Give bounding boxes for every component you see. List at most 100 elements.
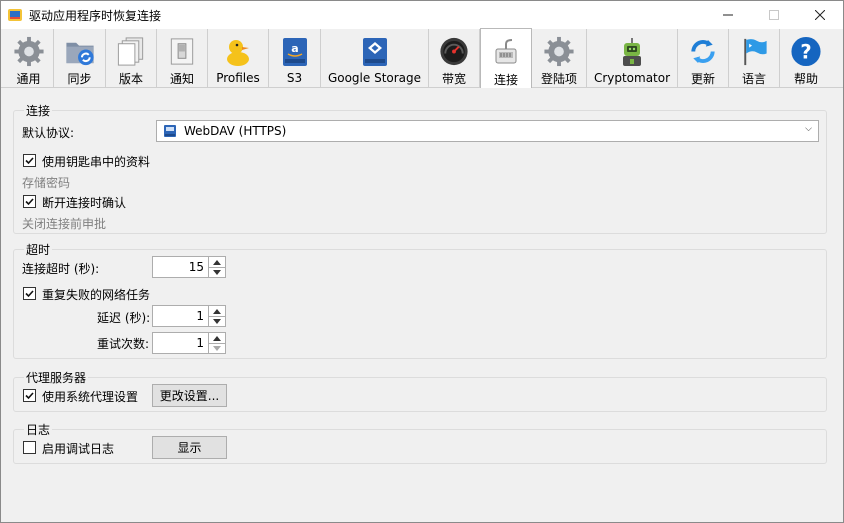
tab-label: S3: [286, 71, 303, 85]
tab-label: 通知: [169, 72, 194, 86]
profiles-duck-icon: [227, 40, 249, 66]
tab-bandwidth[interactable]: 带宽: [429, 29, 480, 87]
tab-profiles[interactable]: Profiles: [208, 29, 269, 87]
tab-connection[interactable]: 连接: [480, 28, 532, 88]
connection-timeout-input[interactable]: 15: [152, 256, 209, 278]
tab-sync[interactable]: 同步: [54, 29, 106, 87]
stepper-down-button[interactable]: [209, 316, 225, 326]
checkmark-icon: [25, 198, 34, 206]
update-arrows-icon: [691, 39, 715, 64]
tab-label: Profiles: [216, 71, 260, 85]
arrow-down-icon: [213, 318, 221, 324]
app-icon: [8, 9, 22, 21]
preferences-window: 驱动应用程序时恢复连接 通用 同步 版本 通知 Profiles a S3 Go…: [0, 0, 844, 523]
tab-label: 语言: [741, 72, 766, 86]
tab-login-items[interactable]: 登陆项: [532, 29, 587, 87]
use-keychain-checkbox[interactable]: [23, 154, 36, 167]
google-storage-icon: [362, 38, 387, 66]
default-protocol-value: WebDAV (HTTPS): [184, 124, 287, 138]
tab-label: Google Storage: [327, 71, 422, 85]
arrow-up-icon: [213, 259, 221, 265]
stepper-arrows: [209, 256, 226, 278]
connection-section-title: 连接: [24, 102, 53, 119]
retries-input[interactable]: 1: [152, 332, 209, 354]
tab-label: 版本: [118, 72, 143, 86]
tab-label: 同步: [67, 72, 92, 86]
enable-debug-log-checkbox[interactable]: [23, 441, 36, 454]
show-log-button[interactable]: 显示: [152, 436, 227, 459]
log-group: [13, 429, 827, 464]
tab-label: 通用: [16, 72, 41, 86]
maximize-icon: [769, 10, 779, 20]
tab-s3[interactable]: a S3: [269, 29, 321, 87]
default-protocol-select[interactable]: WebDAV (HTTPS) ⌵: [156, 120, 819, 142]
window-title: 驱动应用程序时恢复连接: [29, 9, 162, 23]
minimize-icon: [723, 14, 733, 16]
tab-label: 更新: [690, 72, 715, 86]
store-password-hint: 存储密码: [22, 176, 71, 190]
sync-folder-icon: [65, 42, 94, 66]
tab-cryptomator[interactable]: Cryptomator: [587, 29, 678, 87]
tab-label: 连接: [493, 73, 518, 87]
versions-icon: [117, 37, 144, 66]
retry-failed-checkbox[interactable]: [23, 287, 36, 300]
change-proxy-settings-button[interactable]: 更改设置...: [152, 384, 227, 407]
delay-stepper[interactable]: 1: [152, 305, 227, 327]
close-button[interactable]: [797, 1, 843, 29]
connection-plug-icon: [495, 39, 517, 64]
confirm-disconnect-label: 断开连接时确认: [42, 196, 127, 210]
connection-settings-panel: 连接 默认协议: WebDAV (HTTPS) ⌵ 使用钥匙串中的资料 存储密码…: [5, 89, 839, 519]
use-system-proxy-label: 使用系统代理设置: [42, 390, 139, 404]
delay-input[interactable]: 1: [152, 305, 209, 327]
tab-update[interactable]: 更新: [678, 29, 729, 87]
title-bar: 驱动应用程序时恢复连接: [1, 1, 843, 29]
stepper-down-button[interactable]: [209, 343, 225, 353]
tab-versions[interactable]: 版本: [106, 29, 157, 87]
close-icon: [815, 10, 825, 20]
retries-stepper[interactable]: 1: [152, 332, 227, 354]
checkmark-icon: [25, 392, 34, 400]
preferences-toolbar: 通用 同步 版本 通知 Profiles a S3 Google Storage…: [1, 28, 843, 88]
delay-label: 延迟 (秒):: [97, 311, 151, 325]
gear-icon: [13, 36, 44, 67]
tab-help[interactable]: ? 帮助: [780, 29, 832, 87]
minimize-button[interactable]: [705, 1, 751, 29]
help-icon: ?: [791, 36, 821, 67]
confirm-disconnect-checkbox[interactable]: [23, 195, 36, 208]
svg-text:a: a: [291, 42, 298, 55]
tab-label: 帮助: [793, 72, 818, 86]
default-protocol-label: 默认协议:: [22, 126, 75, 140]
arrow-up-icon: [213, 335, 221, 341]
cryptomator-robot-icon: [623, 38, 641, 66]
bandwidth-gauge-icon: [440, 37, 468, 66]
webdav-disk-icon: [164, 125, 176, 137]
login-gear-icon: [544, 36, 574, 67]
maximize-button[interactable]: [751, 1, 797, 29]
checkmark-icon: [25, 157, 34, 165]
stepper-arrows: [209, 305, 226, 327]
tab-language[interactable]: 语言: [729, 29, 780, 87]
arrow-down-icon: [213, 345, 221, 351]
checkmark-icon: [25, 290, 34, 298]
tab-label: 带宽: [441, 72, 466, 86]
arrow-down-icon: [213, 269, 221, 275]
tab-general[interactable]: 通用: [4, 29, 54, 87]
tab-label: 登陆项: [540, 72, 577, 86]
use-keychain-label: 使用钥匙串中的资料: [42, 155, 151, 169]
log-section-title: 日志: [24, 421, 53, 438]
timeout-section-title: 超时: [24, 241, 53, 258]
s3-disk-icon: a: [282, 38, 307, 66]
chevron-down-icon: ⌵: [805, 124, 812, 134]
stepper-arrows: [209, 332, 226, 354]
notification-switch-icon: [170, 38, 194, 65]
tab-label: Cryptomator: [593, 71, 671, 85]
connection-timeout-stepper[interactable]: 15: [152, 256, 227, 278]
svg-text:?: ?: [800, 40, 811, 63]
retry-failed-label: 重复失败的网络任务: [42, 288, 151, 302]
use-system-proxy-checkbox[interactable]: [23, 389, 36, 402]
tab-notifications[interactable]: 通知: [157, 29, 208, 87]
tab-google-storage[interactable]: Google Storage: [321, 29, 429, 87]
stepper-down-button[interactable]: [209, 267, 225, 277]
retries-label: 重试次数:: [97, 337, 150, 351]
arrow-up-icon: [213, 308, 221, 314]
